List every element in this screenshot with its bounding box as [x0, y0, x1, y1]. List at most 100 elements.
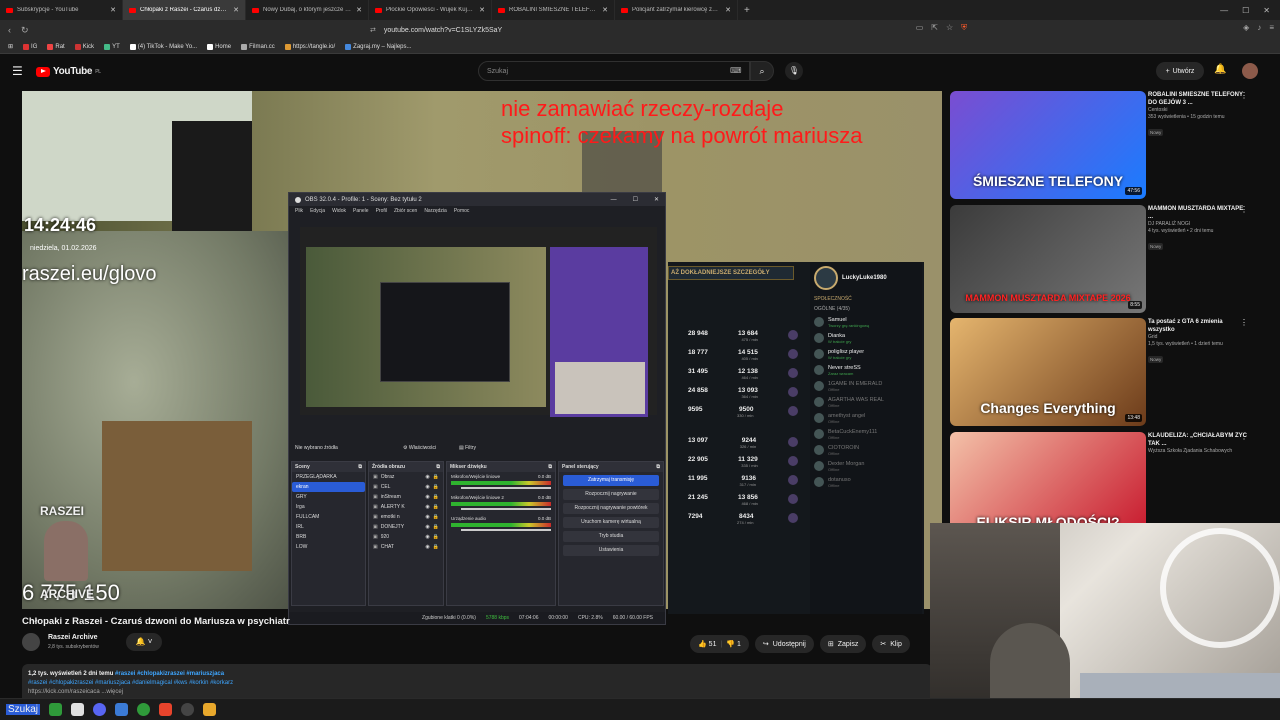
menu-icon[interactable]: ≡	[1269, 23, 1274, 33]
obs-control-button[interactable]: Zatrzymaj transmisję	[563, 475, 659, 486]
visibility-eye-icon[interactable]: ◉	[425, 504, 429, 510]
minimize-icon[interactable]: —	[1220, 6, 1228, 15]
game-profile-icon[interactable]	[814, 266, 838, 290]
browser-tab[interactable]: Nowy Dubaj, o którym jeszcze nie sł ✕	[246, 0, 369, 20]
obs-scene-item[interactable]: FULLCAM	[292, 512, 365, 522]
close-tab-icon[interactable]: ✕	[602, 6, 608, 14]
taskbar-app-icon[interactable]	[115, 703, 129, 716]
friend-item[interactable]: CIOTOROIN Offline	[810, 442, 922, 458]
video-title[interactable]: ROBALINI ŚMIESZNE TELEFONY DO GEJÓW 3 ..…	[1148, 91, 1248, 107]
close-tab-icon[interactable]: ✕	[479, 6, 485, 14]
more-options-icon[interactable]: ⋮	[1240, 432, 1248, 441]
video-title[interactable]: MAMMON MUSZTARDA MIXTAPE ...	[1148, 205, 1248, 221]
more-options-icon[interactable]: ⋮	[1240, 205, 1248, 214]
hashtags-2[interactable]: #raszei #chlopakizraszei #mariuszjaca #d…	[28, 680, 233, 686]
share-icon[interactable]: ⇱	[931, 23, 938, 33]
dock-settings-icon[interactable]: ⧉	[436, 464, 440, 470]
obs-scene-item[interactable]: ekran	[292, 482, 365, 492]
bookmark-item[interactable]: Kick	[74, 43, 94, 50]
friend-item[interactable]: AGARTHA WAS REAL Offline	[810, 394, 922, 410]
obs-control-button[interactable]: Rozpocznij nagrywanie	[563, 489, 659, 500]
bookmark-item[interactable]: (4) TikTok - Make Yo...	[129, 43, 197, 50]
browser-tab[interactable]: Subskrypcje - YouTube ✕	[0, 0, 123, 20]
obs-menu-item[interactable]: Widok	[332, 208, 346, 215]
recommended-video[interactable]: Changes Everything 13:48 Ta postać z GTA 6…	[950, 318, 1250, 426]
bookmark-item[interactable]: https://tangle.io/	[284, 43, 335, 50]
obs-minimize-icon[interactable]: —	[611, 197, 617, 203]
more-options-icon[interactable]: ⋮	[1240, 318, 1248, 327]
chrome-icon[interactable]	[137, 703, 151, 716]
channel-name[interactable]: Wyższa Szkoła Zjadania Schabowych	[1148, 448, 1248, 455]
browser-tab[interactable]: Policjant zatrzymał kierowcę za prędk ✕	[615, 0, 738, 20]
lock-icon[interactable]: 🔒	[433, 474, 439, 480]
obs-maximize-icon[interactable]: ☐	[633, 196, 638, 203]
lock-icon[interactable]: 🔒	[433, 504, 439, 510]
obs-menu-item[interactable]: Pomoc	[454, 208, 470, 215]
close-tab-icon[interactable]: ✕	[110, 6, 116, 14]
obs-source-item[interactable]: ▣ DONEJTY ◉ 🔒	[369, 522, 443, 532]
save-button[interactable]: ⊞ Zapisz	[819, 635, 867, 653]
obs-source-item[interactable]: ▣ ALERTY K ◉ 🔒	[369, 502, 443, 512]
lock-icon[interactable]: 🔒	[433, 484, 439, 490]
close-tab-icon[interactable]: ✕	[233, 6, 239, 14]
youtube-logo[interactable]: YouTube PL	[36, 66, 101, 77]
obs-scene-item[interactable]: IRL	[292, 522, 365, 532]
video-title[interactable]: Ta postać z GTA 6 zmienia wszystko	[1148, 318, 1248, 334]
lock-icon[interactable]: 🔒	[433, 524, 439, 530]
brave-shield-icon[interactable]: ⛨	[961, 23, 967, 33]
volume-slider[interactable]	[461, 529, 551, 531]
lock-icon[interactable]: 🔒	[433, 494, 439, 500]
video-thumbnail[interactable]: Changes Everything 13:48	[950, 318, 1146, 426]
visibility-eye-icon[interactable]: ◉	[425, 534, 429, 540]
obs-control-button[interactable]: Tryb studia	[563, 531, 659, 542]
create-button[interactable]: + Utwórz	[1156, 62, 1204, 80]
keyboard-icon[interactable]: ⌨	[730, 66, 742, 75]
description-link[interactable]: https://kick.com/raszeicaca ...więcej	[28, 688, 926, 697]
visibility-eye-icon[interactable]: ◉	[425, 514, 429, 520]
channel-avatar[interactable]	[22, 633, 40, 651]
account-avatar[interactable]	[1242, 63, 1258, 79]
bookmark-item[interactable]: Zagraj.my – Najleps...	[345, 43, 412, 50]
taskbar-app-icon[interactable]	[49, 703, 63, 716]
friend-item[interactable]: poliglisz player W trakcie gry	[810, 346, 922, 362]
cast-icon[interactable]: ▭	[916, 23, 924, 33]
search-input[interactable]: Szukaj	[478, 61, 750, 81]
obs-control-button[interactable]: Rozpocznij nagrywanie powtórek	[563, 503, 659, 514]
close-icon[interactable]: ✕	[1263, 6, 1270, 15]
dislike-button[interactable]: 👎 1	[726, 640, 741, 648]
taskbar-search[interactable]: Szukaj	[6, 704, 41, 715]
new-tab-icon[interactable]: +	[738, 5, 756, 16]
visibility-eye-icon[interactable]: ◉	[425, 474, 429, 480]
maximize-icon[interactable]: ☐	[1242, 6, 1249, 15]
obs-scene-item[interactable]: Irga	[292, 502, 365, 512]
dock-settings-icon[interactable]: ⧉	[358, 464, 362, 470]
obs-icon[interactable]	[181, 703, 195, 716]
site-info-icon[interactable]: ⇄	[370, 26, 376, 34]
recommended-video[interactable]: MAMMON MUSZTARDA MIXTAPE 2026 8:55 MAMMON …	[950, 205, 1250, 313]
friend-item[interactable]: Never streSS Zaraz wracam	[810, 362, 922, 378]
discord-icon[interactable]	[93, 703, 107, 716]
friend-item[interactable]: Samuel Tworzy grę rankingową	[810, 314, 922, 330]
like-button[interactable]: 👍 51	[698, 640, 716, 648]
bookmark-star-icon[interactable]: ☆	[946, 23, 953, 33]
taskbar-app-icon[interactable]	[203, 703, 217, 716]
obs-source-item[interactable]: ▣ Obraz ◉ 🔒	[369, 472, 443, 482]
brave-icon[interactable]	[159, 703, 173, 716]
obs-menu-item[interactable]: Zbiór scen	[394, 208, 417, 215]
obs-menu-item[interactable]: Plik	[295, 208, 303, 215]
obs-source-item[interactable]: ▣ CEL ◉ 🔒	[369, 482, 443, 492]
channel-name[interactable]: Grid	[1148, 334, 1248, 341]
obs-source-item[interactable]: ▣ emotki n ◉ 🔒	[369, 512, 443, 522]
extension-icon[interactable]: ◈	[1243, 23, 1249, 33]
obs-menu-item[interactable]: Edycja	[310, 208, 325, 215]
friend-item[interactable]: amethyst angel Offline	[810, 410, 922, 426]
channel-name[interactable]: Centoski	[1148, 107, 1248, 114]
music-icon[interactable]: ♪	[1257, 23, 1261, 33]
obs-close-icon[interactable]: ✕	[654, 196, 659, 203]
obs-scene-item[interactable]: PRZEGLĄDARKA	[292, 472, 365, 482]
obs-preview[interactable]	[300, 227, 657, 417]
visibility-eye-icon[interactable]: ◉	[425, 544, 429, 550]
channel-name[interactable]: DJ PARALIŻ NOGI	[1148, 221, 1248, 228]
obs-source-item[interactable]: ▣ CHAT ◉ 🔒	[369, 542, 443, 552]
url-field[interactable]: ⇄ youtube.com/watch?v=C1SLYZk5SaY	[370, 23, 915, 37]
